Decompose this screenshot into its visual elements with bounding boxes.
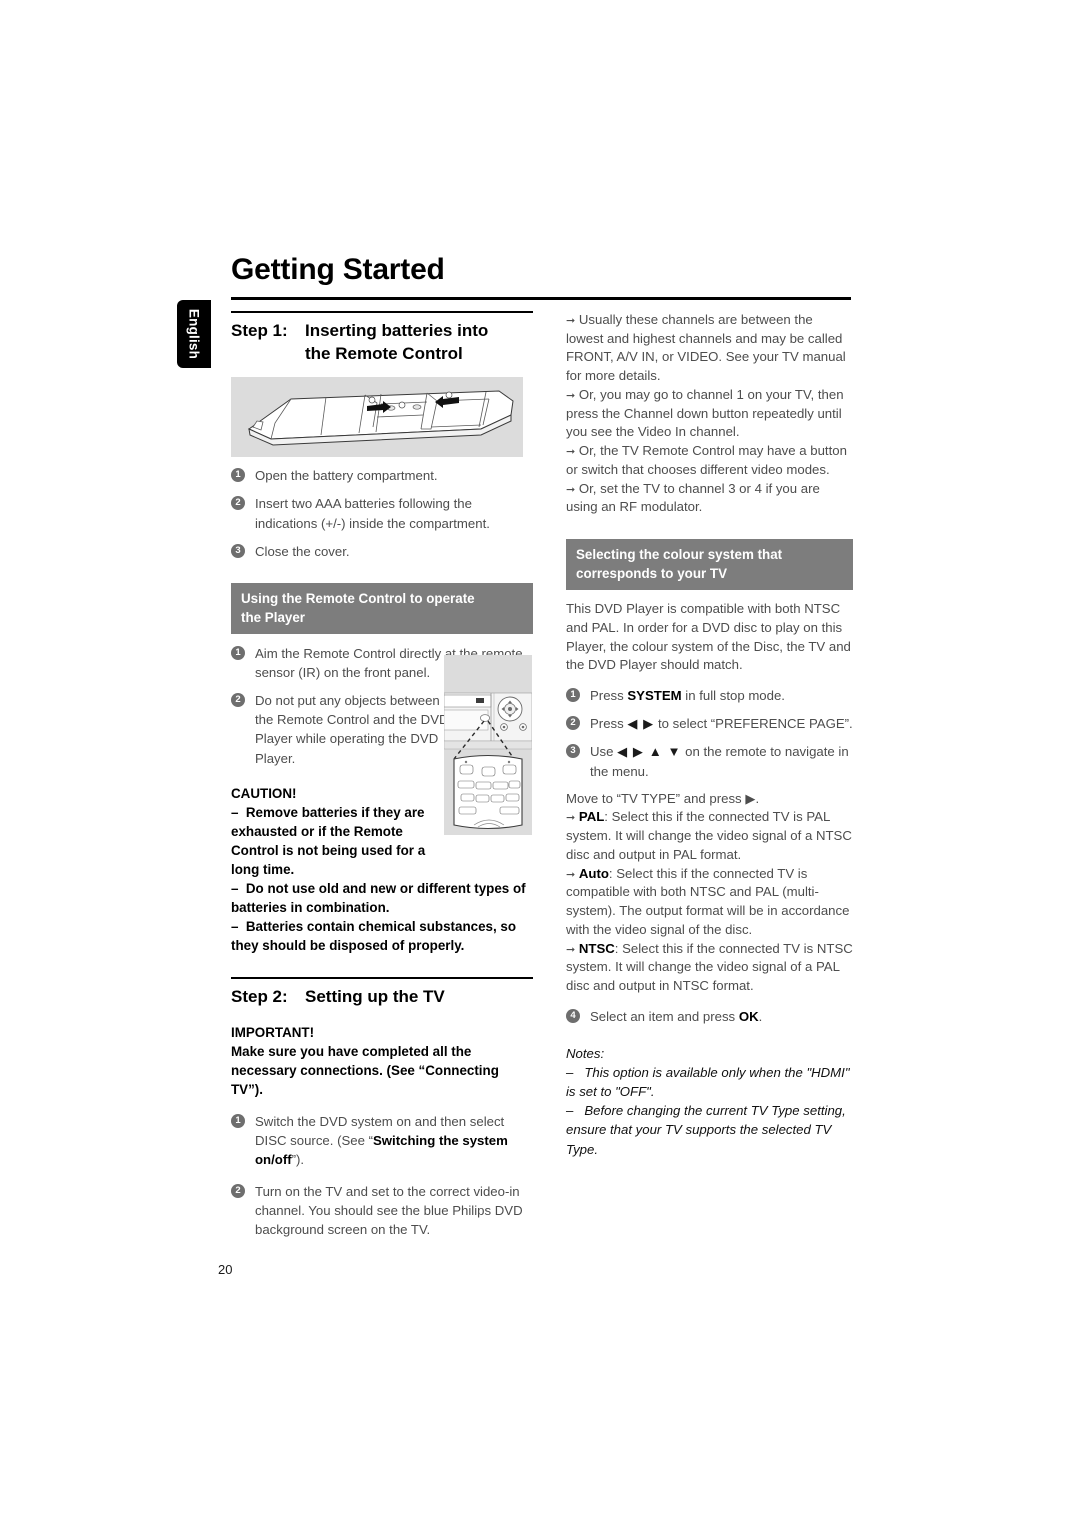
step2-heading: Step 2: Setting up the TV	[231, 986, 533, 1009]
list-bullet-2: 2	[231, 496, 245, 511]
step1-title: Inserting batteries into the Remote Cont…	[305, 320, 533, 365]
arrow-icon: ➞	[566, 943, 576, 956]
list-bullet-2: 2	[231, 1184, 245, 1199]
important-text: Make sure you have completed all the nec…	[231, 1043, 499, 1097]
arrow-icon: ➞	[566, 868, 576, 881]
remote-section-header-line2: the Player	[241, 609, 306, 625]
step2-item-1: 1 Switch the DVD system on and then sele…	[231, 1112, 533, 1169]
page-title: Getting Started	[231, 253, 445, 286]
notes-item-2: – Before changing the current TV Type se…	[566, 1103, 846, 1157]
arrow-icon: ➞	[566, 389, 576, 402]
remote-control-svg	[248, 390, 514, 446]
step2-item-2: 2 Turn on the TV and set to the correct …	[231, 1182, 533, 1239]
step2-label: Step 2:	[231, 986, 288, 1006]
arrow-icon: ➞	[566, 483, 576, 496]
step1-item-1-text: Open the battery compartment.	[255, 468, 438, 484]
nav-keys-icon: ◀ ▶	[627, 716, 655, 732]
step1-item-2-text: Insert two AAA batteries following the i…	[255, 496, 490, 531]
tv-option-auto: ➞ Auto: Select this if the connected TV …	[566, 865, 850, 937]
tv-option-ntsc-name: NTSC	[578, 940, 615, 956]
step1-divider	[231, 311, 533, 313]
list-bullet-3: 3	[231, 543, 245, 558]
notes-block: Notes: – This option is available only w…	[566, 1044, 853, 1159]
dvd-player-remote-svg	[444, 692, 532, 830]
step2-divider	[231, 976, 533, 979]
list-bullet-1: 1	[566, 688, 580, 703]
caution-bullet-2: – Do not use old and new or different ty…	[231, 880, 526, 915]
remote-control-illustration	[231, 377, 523, 458]
tv-option-auto-name: Auto	[578, 865, 609, 881]
list-bullet-1: 1	[231, 645, 245, 660]
arrow-note-3: ➞ Or, the TV Remote Control may have a b…	[566, 443, 847, 477]
step1-item-3-text: Close the cover.	[255, 543, 350, 559]
title-divider	[231, 297, 851, 300]
nav-keys-icon: ◀ ▶ ▲ ▼	[617, 744, 682, 760]
step1-item-2: 2 Insert two AAA batteries following the…	[231, 494, 533, 532]
caution-bullet-1: – Remove batteries if they are exhausted…	[231, 804, 426, 877]
list-bullet-4: 4	[566, 1008, 580, 1023]
list-bullet-3: 3	[566, 744, 580, 759]
right-column: ➞ Usually these channels are between the…	[566, 311, 853, 1159]
ok-key-label: OK	[738, 1008, 759, 1024]
remote-section-header: Using the Remote Control to operate the …	[231, 582, 533, 634]
step1-title-line2: the Remote Control	[305, 343, 463, 363]
tv-type-move-line: Move to “TV TYPE” and press ▶.	[566, 790, 760, 806]
list-bullet-2: 2	[231, 693, 245, 708]
arrow-icon: ➞	[566, 812, 576, 825]
remote-item-2-text: Do not put any objects between the Remot…	[255, 693, 449, 766]
step1-title-line1: Inserting batteries into	[305, 321, 489, 340]
arrow-icon: ➞	[566, 315, 576, 327]
colour-section-intro: This DVD Player is compatible with both …	[566, 601, 851, 673]
colour-section-header-line2: corresponds to your TV	[576, 566, 728, 582]
colour-section-header-line1: Selecting the colour system that	[576, 547, 783, 563]
step1-label: Step 1:	[231, 321, 288, 340]
step1-item-1: 1 Open the battery compartment.	[231, 466, 533, 485]
notes-item-1: – This option is available only when the…	[566, 1065, 850, 1100]
tv-option-pal-name: PAL	[578, 809, 605, 825]
important-block: IMPORTANT! Make sure you have completed …	[231, 1023, 533, 1099]
language-tab-label: English	[186, 308, 202, 360]
dvd-player-remote-illustration	[444, 655, 532, 835]
remote-section-header-line1: Using the Remote Control to operate	[241, 590, 475, 606]
step2-title: Setting up the TV	[305, 986, 445, 1006]
important-title: IMPORTANT!	[231, 1024, 315, 1040]
colour-item-4: 4 Select an item and press OK.	[566, 1007, 853, 1026]
step1-heading: Step 1: Inserting batteries into the Rem…	[231, 320, 533, 365]
colour-item-1: 1 Press SYSTEM in full stop mode.	[566, 686, 853, 705]
tv-option-pal: ➞ PAL: Select this if the connected TV i…	[566, 809, 852, 862]
list-bullet-1: 1	[231, 468, 245, 483]
arrow-note-2: ➞ Or, you may go to channel 1 on your TV…	[566, 386, 844, 440]
language-tab-english: English	[177, 300, 211, 368]
caution-bullet-3: – Batteries contain chemical substances,…	[231, 918, 517, 953]
colour-section-header: Selecting the colour system that corresp…	[566, 539, 853, 591]
step1-item-3: 3 Close the cover.	[231, 542, 533, 561]
notes-title: Notes:	[566, 1045, 605, 1061]
list-bullet-1: 1	[231, 1113, 245, 1128]
list-bullet-2: 2	[566, 716, 580, 731]
arrow-icon: ➞	[566, 446, 576, 459]
arrow-note-4: ➞ Or, set the TV to channel 3 or 4 if yo…	[566, 480, 820, 515]
colour-item-3: 3 Use ◀ ▶ ▲ ▼ on the remote to navigate …	[566, 742, 853, 780]
page-number: 20	[218, 1262, 233, 1277]
colour-item-2: 2 Press ◀ ▶ to select “PREFERENCE PAGE”.	[566, 714, 853, 733]
document-page: English Getting Started Step 1: Insertin…	[0, 0, 1080, 1528]
system-key-label: SYSTEM	[627, 688, 682, 704]
step2-item-2-text: Turn on the TV and set to the correct vi…	[255, 1184, 523, 1238]
remote-item-2: 2 Do not put any objects between the Rem…	[231, 691, 451, 768]
tv-option-ntsc: ➞ NTSC: Select this if the connected TV …	[566, 940, 853, 993]
step2-item-1-text-after: ”).	[291, 1151, 305, 1167]
arrow-note-1: ➞ Usually these channels are between the…	[566, 312, 846, 384]
